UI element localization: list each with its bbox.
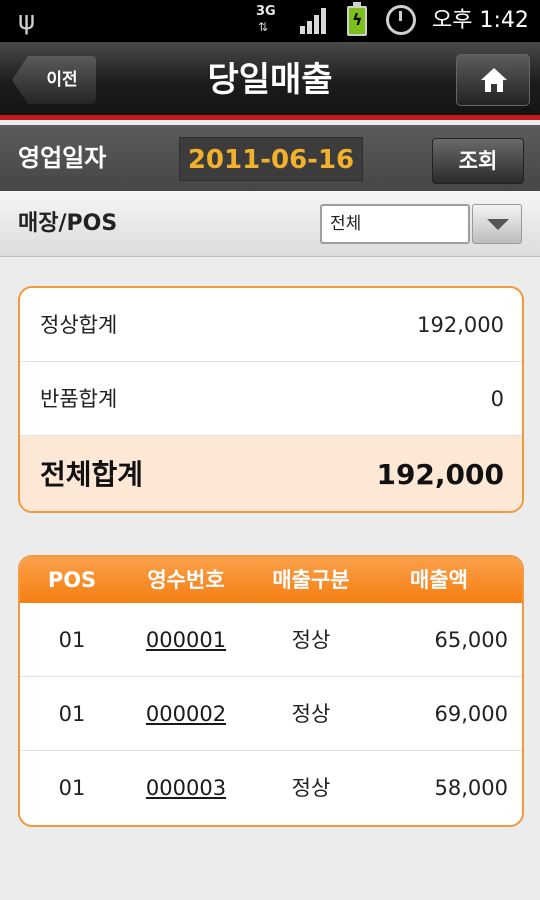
row-sales-type: 정상	[291, 702, 331, 726]
data-arrows-icon: ⇅	[258, 20, 269, 34]
table-row[interactable]: 01 000001 정상 65,000	[20, 603, 522, 677]
row-amount: 65,000	[434, 628, 508, 652]
clock: 오후 1:42	[432, 8, 529, 33]
row-pos: 01	[58, 776, 86, 800]
grand-total-row: 전체합계 192,000	[20, 436, 522, 511]
grand-total-label: 전체합계	[40, 458, 144, 491]
home-icon	[481, 68, 507, 92]
column-header-receipt-no: 영수번호	[147, 568, 225, 592]
title-bar: 이전 당일매출	[0, 42, 540, 120]
receipt-table: POS 영수번호 매출구분 매출액 01 000001 정상 65,000 01…	[18, 555, 524, 827]
table-header: POS 영수번호 매출구분 매출액	[20, 557, 522, 603]
row-sales-type: 정상	[291, 628, 331, 652]
network-3g-icon: 3G ⇅	[256, 4, 290, 38]
row-amount: 69,000	[434, 702, 508, 726]
return-total-label: 반품합계	[40, 387, 118, 411]
normal-total-value: 192,000	[417, 313, 504, 337]
business-date-label: 영업일자	[18, 144, 107, 172]
store-pos-row: 매장/POS 전체	[0, 191, 540, 257]
row-amount: 58,000	[434, 776, 508, 800]
summary-card: 정상합계 192,000 반품합계 0 전체합계 192,000	[18, 286, 524, 513]
return-total-value: 0	[490, 387, 504, 411]
receipt-number-link[interactable]: 000003	[124, 751, 248, 825]
alarm-icon	[386, 5, 416, 35]
business-date-field[interactable]: 2011-06-16	[179, 137, 363, 181]
back-button[interactable]: 이전	[12, 56, 96, 104]
row-sales-type: 정상	[291, 776, 331, 800]
status-bar: ψ 3G ⇅ ϟ 오후 1:42	[0, 0, 540, 42]
table-row[interactable]: 01 000003 정상 58,000	[20, 751, 522, 825]
home-button[interactable]	[456, 54, 530, 106]
column-header-amount: 매출액	[410, 568, 468, 592]
business-date-row: 영업일자 2011-06-16 조회	[0, 125, 540, 191]
receipt-number-link[interactable]: 000001	[124, 603, 248, 677]
column-header-pos: POS	[47, 568, 97, 592]
row-pos: 01	[58, 702, 86, 726]
receipt-number-link[interactable]: 000002	[124, 677, 248, 751]
normal-total-label: 정상합계	[40, 313, 118, 337]
store-pos-label: 매장/POS	[18, 211, 118, 236]
query-button[interactable]: 조회	[432, 138, 524, 184]
store-pos-select[interactable]: 전체	[320, 204, 470, 244]
store-pos-dropdown-button[interactable]	[472, 204, 522, 244]
page-title: 당일매출	[207, 60, 333, 100]
normal-total-row: 정상합계 192,000	[20, 288, 522, 362]
usb-icon: ψ	[18, 6, 36, 36]
column-header-sales-type: 매출구분	[272, 568, 350, 592]
grand-total-value: 192,000	[376, 458, 504, 491]
network-type: 3G	[256, 4, 276, 19]
row-pos: 01	[58, 628, 86, 652]
return-total-row: 반품합계 0	[20, 362, 522, 436]
signal-icon	[300, 8, 330, 34]
chevron-down-icon	[487, 219, 509, 230]
table-row[interactable]: 01 000002 정상 69,000	[20, 677, 522, 751]
battery-charging-icon: ϟ	[347, 2, 367, 36]
back-button-label: 이전	[46, 70, 78, 90]
